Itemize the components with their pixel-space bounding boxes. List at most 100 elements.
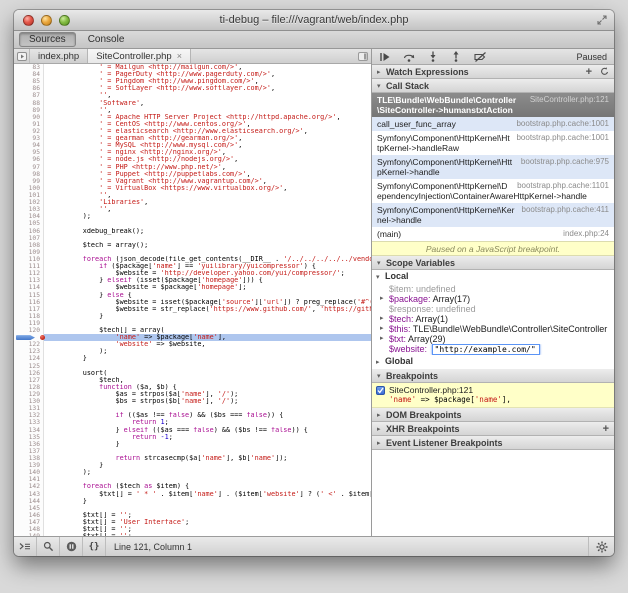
variable-edit-input[interactable] xyxy=(432,344,540,355)
gutter-line-number[interactable]: 142 xyxy=(14,483,44,490)
close-tab-icon[interactable]: × xyxy=(177,51,182,61)
section-watch-expressions[interactable]: ▸ Watch Expressions + xyxy=(372,65,614,79)
tab-console[interactable]: Console xyxy=(79,33,134,46)
panel-toggle-icon[interactable] xyxy=(358,52,368,61)
gutter-line-number[interactable]: 132 xyxy=(14,412,44,419)
scope-variable-row[interactable]: ▸$tech: Array(1) xyxy=(372,314,614,324)
gutter-line-number[interactable]: 86 xyxy=(14,85,44,92)
gutter-line-number[interactable]: 101 xyxy=(14,192,44,199)
gutter-line-number[interactable]: 146 xyxy=(14,512,44,519)
gutter-line-number[interactable]: 122 xyxy=(14,341,44,348)
gutter-line-number[interactable]: 125 xyxy=(14,363,44,370)
show-navigator-icon[interactable] xyxy=(14,49,30,63)
pretty-print-button[interactable]: {} xyxy=(83,537,106,556)
gutter-line-number[interactable]: 89 xyxy=(14,107,44,114)
gutter-line-number[interactable]: 110 xyxy=(14,256,44,263)
gutter-line-number[interactable]: 130 xyxy=(14,398,44,405)
gutter-line-number[interactable]: 139 xyxy=(14,462,44,469)
gutter-line-number[interactable]: 116 xyxy=(14,299,44,306)
gutter-line-number[interactable]: 96 xyxy=(14,156,44,163)
gutter-line-number[interactable]: 141 xyxy=(14,476,44,483)
call-stack-frame[interactable]: SiteController.php:121TLE\Bundle\WebBund… xyxy=(372,93,614,117)
gutter-line-number[interactable]: 126 xyxy=(14,370,44,377)
gutter-line-number[interactable]: 133 xyxy=(14,419,44,426)
breakpoint-checkbox[interactable] xyxy=(376,386,385,395)
disclosure-collapsed-icon[interactable]: ▸ xyxy=(380,314,384,324)
gutter-line-number[interactable]: 136 xyxy=(14,441,44,448)
gutter-line-number[interactable]: 109 xyxy=(14,249,44,256)
gutter-line-number[interactable]: 147 xyxy=(14,519,44,526)
gutter-line-number[interactable]: 107 xyxy=(14,235,44,242)
disclosure-collapsed-icon[interactable]: ▸ xyxy=(380,294,384,304)
gutter-line-number[interactable]: 127 xyxy=(14,377,44,384)
gutter-line-number[interactable]: 95 xyxy=(14,149,44,156)
gutter-line-number[interactable]: 131 xyxy=(14,405,44,412)
add-xhr-breakpoint-button[interactable]: + xyxy=(603,424,609,434)
gutter-line-number[interactable]: 97 xyxy=(14,164,44,171)
gutter-line-number[interactable]: 93 xyxy=(14,135,44,142)
gutter-line-number[interactable]: 111 xyxy=(14,263,44,270)
settings-gear-icon[interactable] xyxy=(588,537,614,556)
refresh-watch-button[interactable] xyxy=(600,67,609,76)
gutter-line-number[interactable]: 105 xyxy=(14,220,44,227)
disclosure-collapsed-icon[interactable]: ▸ xyxy=(380,334,384,344)
gutter-line-number[interactable]: 124 xyxy=(14,355,44,362)
gutter-line-number[interactable]: 94 xyxy=(14,142,44,149)
deactivate-breakpoints-button[interactable] xyxy=(474,52,487,62)
section-event-listener-breakpoints[interactable]: ▸ Event Listener Breakpoints xyxy=(372,436,614,450)
call-stack-frame[interactable]: bootstrap.php.cache:1001Symfony\Componen… xyxy=(372,131,614,155)
fullscreen-icon[interactable] xyxy=(597,15,607,25)
gutter-line-number[interactable]: 145 xyxy=(14,505,44,512)
gutter-line-number[interactable]: 119 xyxy=(14,320,44,327)
gutter-line-number[interactable]: 135 xyxy=(14,434,44,441)
step-over-button[interactable] xyxy=(403,52,415,62)
gutter-line-number[interactable]: 99 xyxy=(14,178,44,185)
scope-global-group[interactable]: ▸Global xyxy=(372,355,614,369)
scope-variable-row[interactable]: ▸$package: Array(17) xyxy=(372,294,614,304)
section-call-stack[interactable]: ▾ Call Stack xyxy=(372,79,614,93)
call-stack-frame[interactable]: bootstrap.php.cache:975Symfony\Component… xyxy=(372,155,614,179)
gutter-line-number[interactable]: 84 xyxy=(14,71,44,78)
section-dom-breakpoints[interactable]: ▸ DOM Breakpoints xyxy=(372,408,614,422)
call-stack-frame[interactable]: bootstrap.php.cache:1101Symfony\Componen… xyxy=(372,179,614,203)
scope-variable-row[interactable]: $website: xyxy=(372,344,614,355)
gutter-line-number[interactable]: 100 xyxy=(14,185,44,192)
toggle-console-button[interactable] xyxy=(14,537,37,556)
gutter-line-number[interactable]: 115 xyxy=(14,292,44,299)
gutter-line-number[interactable]: 148 xyxy=(14,526,44,533)
gutter-line-number[interactable]: 104 xyxy=(14,213,44,220)
scope-variable-row[interactable]: $response: undefined xyxy=(372,304,614,314)
gutter-line-number[interactable]: 98 xyxy=(14,171,44,178)
gutter-line-number[interactable]: 106 xyxy=(14,228,44,235)
gutter-line-number[interactable]: 140 xyxy=(14,469,44,476)
gutter-line-number[interactable]: 88 xyxy=(14,100,44,107)
tab-sources[interactable]: Sources xyxy=(19,32,76,47)
gutter-line-number[interactable]: 120 xyxy=(14,327,44,334)
scope-local-group[interactable]: ▾Local xyxy=(372,270,614,284)
add-watch-button[interactable]: + xyxy=(586,67,592,77)
step-into-button[interactable] xyxy=(428,51,438,62)
gutter-line-number[interactable]: 137 xyxy=(14,448,44,455)
gutter-line-number[interactable]: 102 xyxy=(14,199,44,206)
step-out-button[interactable] xyxy=(451,51,461,62)
gutter-line-number[interactable]: 134 xyxy=(14,427,44,434)
gutter-line-number[interactable]: 129 xyxy=(14,391,44,398)
disclosure-collapsed-icon[interactable]: ▸ xyxy=(380,324,384,334)
call-stack-frame[interactable]: bootstrap.php.cache:1001call_user_func_a… xyxy=(372,117,614,131)
gutter-line-number[interactable]: 103 xyxy=(14,206,44,213)
section-xhr-breakpoints[interactable]: ▸ XHR Breakpoints + xyxy=(372,422,614,436)
breakpoint-entry[interactable]: SiteController.php:121 'name' => $packag… xyxy=(372,383,614,408)
gutter-line-number[interactable]: 143 xyxy=(14,491,44,498)
gutter-line-number[interactable]: 114 xyxy=(14,284,44,291)
scope-variable-row[interactable]: $item: undefined xyxy=(372,284,614,294)
title-bar[interactable]: ti-debug – file:///vagrant/web/index.php xyxy=(14,10,614,31)
file-tab-sitecontroller[interactable]: SiteController.php × xyxy=(88,49,191,63)
search-icon[interactable] xyxy=(37,537,60,556)
gutter-line-number[interactable]: 91 xyxy=(14,121,44,128)
gutter-line-number[interactable]: 90 xyxy=(14,114,44,121)
call-stack-frame[interactable]: bootstrap.php.cache:411Symfony\Component… xyxy=(372,203,614,227)
scope-variable-row[interactable]: ▸$this: TLE\Bundle\WebBundle\Controller\… xyxy=(372,324,614,334)
gutter-line-number[interactable]: 118 xyxy=(14,313,44,320)
gutter-line-number[interactable] xyxy=(14,334,44,341)
file-tab-indexphp[interactable]: index.php xyxy=(30,49,88,63)
